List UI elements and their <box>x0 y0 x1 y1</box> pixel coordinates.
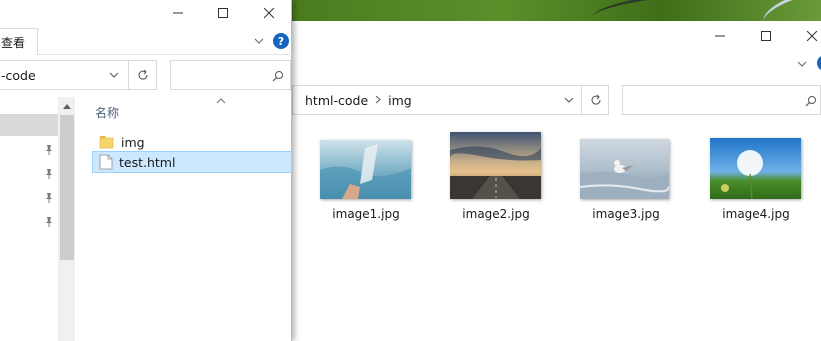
refresh-icon <box>138 69 148 80</box>
breadcrumb-html-code[interactable]: html-code <box>305 93 368 108</box>
column-header-name[interactable]: 名称 <box>95 104 119 121</box>
pin-icon[interactable] <box>44 192 54 204</box>
explorer-window-html-code: 查看 ? -code 名称 img test.html <box>0 0 292 341</box>
title-bar <box>292 21 821 51</box>
wallpaper-shape <box>759 0 821 21</box>
refresh-icon <box>591 94 601 105</box>
list-item[interactable]: img <box>92 131 292 153</box>
image-thumbnail <box>710 138 801 199</box>
desktop-wallpaper <box>292 0 821 21</box>
address-bar[interactable]: -code <box>0 60 157 90</box>
search-icon <box>805 96 816 107</box>
close-button[interactable] <box>246 0 292 25</box>
minimize-icon <box>173 12 183 13</box>
tab-label: 查看 <box>1 35 26 50</box>
maximize-icon <box>761 31 771 41</box>
chevron-down-icon <box>109 72 119 78</box>
pin-icon[interactable] <box>44 216 54 228</box>
maximize-button[interactable] <box>743 21 789 51</box>
breadcrumb-img[interactable]: img <box>388 93 412 108</box>
minimize-button[interactable] <box>697 21 743 51</box>
chevron-down-icon <box>564 97 574 103</box>
title-bar <box>0 0 292 25</box>
sort-indicator <box>214 94 228 108</box>
ribbon: 查看 ? <box>0 25 292 55</box>
search-icon <box>272 71 283 82</box>
maximize-icon <box>218 7 228 18</box>
refresh-button[interactable] <box>128 61 156 89</box>
address-dropdown-button[interactable] <box>100 61 128 89</box>
ribbon-row: ? <box>292 51 821 77</box>
ribbon-collapse-button[interactable] <box>795 57 809 71</box>
chevron-up-icon <box>216 98 226 104</box>
nav-item-selected[interactable] <box>0 114 58 136</box>
scroll-up-button[interactable] <box>60 99 74 113</box>
list-item[interactable]: test.html <box>92 151 292 173</box>
file-name: image4.jpg <box>722 207 790 221</box>
image-thumbnail <box>320 140 411 199</box>
help-button[interactable]: ? <box>817 55 821 71</box>
help-button[interactable]: ? <box>273 33 289 49</box>
tab-view[interactable]: 查看 <box>0 28 38 55</box>
breadcrumb-html-code[interactable]: -code <box>1 68 36 83</box>
chevron-down-icon <box>797 61 807 67</box>
pin-icon[interactable] <box>44 144 54 156</box>
html-file-icon <box>99 154 113 170</box>
explorer-window-img: ? html-code img image1.jpg <box>292 21 821 341</box>
minimize-button[interactable] <box>155 0 201 25</box>
file-name: image2.jpg <box>462 207 530 221</box>
refresh-button[interactable] <box>581 86 609 114</box>
search-input[interactable] <box>622 85 821 115</box>
file-name: image1.jpg <box>332 207 400 221</box>
folder-icon <box>99 136 114 149</box>
pin-icon[interactable] <box>44 168 54 180</box>
close-icon <box>806 30 818 42</box>
ribbon-collapse-button[interactable] <box>252 34 266 48</box>
scrollbar-thumb[interactable] <box>60 115 74 260</box>
navigation-pane <box>0 97 76 341</box>
breadcrumb-separator-icon[interactable] <box>375 94 381 107</box>
address-dropdown-button[interactable] <box>555 86 583 114</box>
maximize-button[interactable] <box>200 0 246 25</box>
image-thumbnail <box>580 139 669 199</box>
file-name: img <box>121 134 145 150</box>
search-input[interactable] <box>170 60 291 90</box>
wallpaper-shape <box>590 0 754 21</box>
file-name: test.html <box>119 154 176 170</box>
file-name: image3.jpg <box>592 207 660 221</box>
close-button[interactable] <box>789 21 821 51</box>
address-bar[interactable]: html-code img <box>292 85 609 115</box>
chevron-down-icon <box>254 38 264 44</box>
minimize-icon <box>715 35 725 37</box>
chevron-up-icon <box>63 103 71 109</box>
help-icon: ? <box>277 34 285 48</box>
image-thumbnail <box>450 132 541 199</box>
close-icon <box>263 7 275 18</box>
file-list: 名称 img test.html <box>77 97 292 341</box>
